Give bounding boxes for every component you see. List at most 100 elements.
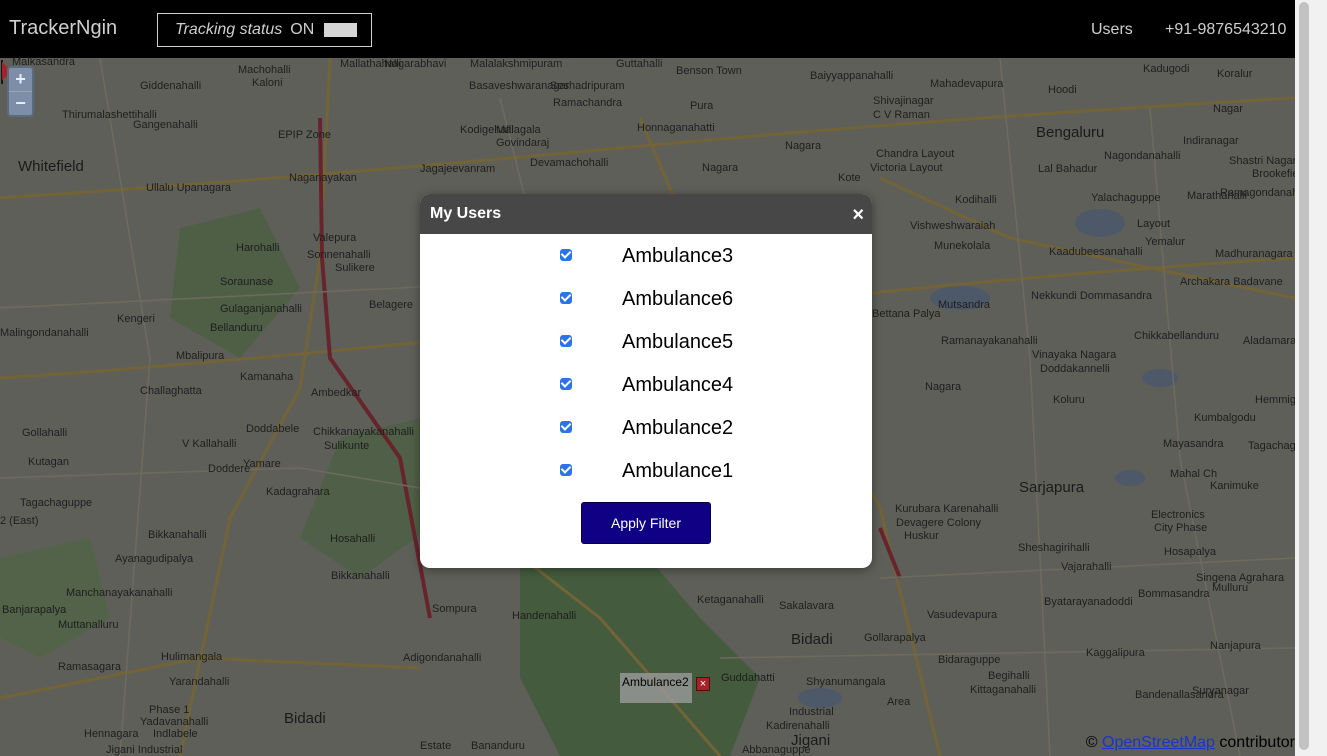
map-place-label: Bikkanahalli: [148, 529, 207, 541]
map-place-label: Kodihalli: [955, 194, 997, 206]
map-place-label: Nagara: [925, 381, 962, 393]
user-row[interactable]: Ambulance1: [420, 455, 872, 485]
user-checkbox[interactable]: [560, 249, 572, 261]
marker-close-icon[interactable]: ×: [696, 677, 710, 691]
map-place-label: Ambedkar: [311, 387, 362, 399]
map-place-label: Baiyyappanahalli: [810, 70, 894, 82]
map-place-label: Bidadi: [284, 710, 326, 727]
tracking-status-value: ON: [290, 21, 315, 38]
map-place-label: Handenahalli: [512, 610, 577, 622]
map-place-label: Adigondanahalli: [403, 652, 482, 664]
map-place-label: Sulikere: [335, 262, 375, 274]
map-place-label: Malagala: [496, 124, 541, 136]
map-place-label: Begihalli: [988, 670, 1030, 682]
map-place-label: Huskur: [904, 530, 939, 542]
map-place-label: Area: [887, 696, 911, 708]
map-place-label: Suryanagar: [1192, 685, 1249, 697]
map-place-label: Yarandahalli: [169, 676, 230, 688]
user-row[interactable]: Ambulance6: [420, 283, 872, 313]
user-checkbox[interactable]: [560, 335, 572, 347]
user-checkbox[interactable]: [560, 378, 572, 390]
map-place-label: Layout: [1137, 218, 1171, 230]
map-place-label: Archakara Badavane: [1180, 276, 1283, 288]
map-place-label: Vinayaka Nagara: [1032, 349, 1117, 361]
map-place-label: Vasudevapura: [927, 609, 998, 621]
modal-title: My Users: [430, 205, 502, 222]
map-place-label: Chikkabellanduru: [1134, 330, 1219, 342]
map-place-label: Yemalur: [1145, 236, 1185, 248]
map-place-label: Kanimuke: [1210, 480, 1259, 492]
map-place-label: Gollarapalya: [864, 632, 926, 644]
user-checkbox[interactable]: [560, 421, 572, 433]
apply-filter-button[interactable]: Apply Filter: [581, 502, 711, 544]
user-checkbox[interactable]: [560, 292, 572, 304]
toggle-switch[interactable]: [324, 23, 358, 37]
map-place-label: Naganayakan: [289, 172, 357, 184]
map-place-label: Chikkanayakanahalli: [313, 426, 414, 438]
map-place-label: Mutsandra: [938, 299, 990, 311]
map-place-label: Shyanumangala: [806, 676, 886, 688]
my-users-modal: My Users × Ambulance3 Ambulance6 Ambulan…: [420, 194, 872, 568]
map-place-label: Estate: [420, 740, 452, 752]
user-row[interactable]: Ambulance2: [420, 412, 872, 442]
user-checkbox[interactable]: [560, 464, 572, 476]
map-place-label: Sakalavara: [779, 600, 835, 612]
map-place-label: Kaadubeesanahalli: [1049, 246, 1143, 258]
map-place-label: Hosapalya: [1164, 546, 1216, 558]
tracking-status-toggle[interactable]: Tracking status ON: [157, 13, 372, 47]
map-place-label: Sheshagirihalli: [1018, 542, 1090, 554]
map-place-label: City Phase: [1154, 522, 1208, 534]
map-place-label: Banjarapalya: [2, 604, 67, 616]
map-place-label: Gollahalli: [22, 427, 68, 439]
map-place-label: Hennagara: [84, 728, 139, 740]
openstreetmap-link[interactable]: OpenStreetMap: [1102, 734, 1215, 751]
map-place-label: Bettana Palya: [872, 308, 941, 320]
modal-header: My Users ×: [420, 194, 872, 234]
scrollbar-thumb[interactable]: [1299, 2, 1309, 750]
user-name: Ambulance2: [622, 417, 734, 439]
map-place-label: Soraunase: [220, 276, 274, 288]
user-row[interactable]: Ambulance3: [420, 240, 872, 270]
map-place-label: Bommasandra: [1138, 588, 1210, 600]
map-place-label: Devagere Colony: [896, 517, 981, 529]
map-place-label: Ramasagara: [58, 661, 121, 673]
map-place-label: Guttahalli: [616, 58, 663, 70]
map-place-label: 2 (East): [0, 515, 39, 527]
map-place-label: Mahal Ch: [1170, 468, 1218, 480]
zoom-out-button[interactable]: −: [9, 91, 32, 115]
nav-users-link[interactable]: Users: [1091, 21, 1133, 39]
map-place-label: Ramanayakanahalli: [941, 335, 1038, 347]
map-place-label: Mahadevapura: [930, 78, 1004, 90]
map-place-label: Manchanayakanahalli: [66, 587, 173, 599]
map-place-label: Electronics: [1151, 509, 1205, 521]
map-place-label: Doddakannelli: [1040, 363, 1110, 375]
map-place-label: Giddenahalli: [140, 80, 202, 92]
page-scrollbar[interactable]: [1295, 0, 1327, 756]
map-place-label: Harohalli: [236, 242, 280, 254]
user-row[interactable]: Ambulance5: [420, 326, 872, 356]
map-place-label: Kote: [838, 172, 861, 184]
map-place-label: Guddahatti: [721, 672, 775, 684]
map-place-label: Valepura: [313, 232, 357, 244]
marker-label-ambulance2[interactable]: Ambulance2: [620, 673, 692, 703]
map-attribution: © OpenStreetMap contributors: [1086, 734, 1303, 752]
map-place-label: Belagere: [369, 299, 414, 311]
map-place-label: Bananduru: [471, 740, 525, 752]
map-place-label: Sulikunte: [324, 440, 370, 452]
map-place-label: Kadugodi: [1143, 63, 1190, 75]
map-place-label: Nekkundi Dommasandra: [1031, 290, 1153, 302]
map-place-label: Nagara: [785, 140, 822, 152]
nav-phone-number[interactable]: +91-9876543210: [1165, 21, 1286, 39]
close-icon[interactable]: ×: [852, 204, 864, 227]
map-place-label: Phase 1: [149, 704, 190, 716]
user-row[interactable]: Ambulance4: [420, 369, 872, 399]
map-place-label: Kamanaha: [240, 371, 294, 383]
map-place-label: Ramachandra: [553, 97, 623, 109]
zoom-in-button[interactable]: +: [9, 68, 32, 91]
brand-logo[interactable]: TrackerNgin: [9, 17, 117, 40]
map-place-label: Shivajinagar: [873, 95, 934, 107]
map-place-label: Vajarahalli: [1061, 561, 1112, 573]
map-place-label: Hulimangala: [161, 651, 223, 663]
map-place-label: Sompura: [432, 603, 477, 615]
map-place-label: Govindaraj: [496, 137, 550, 149]
